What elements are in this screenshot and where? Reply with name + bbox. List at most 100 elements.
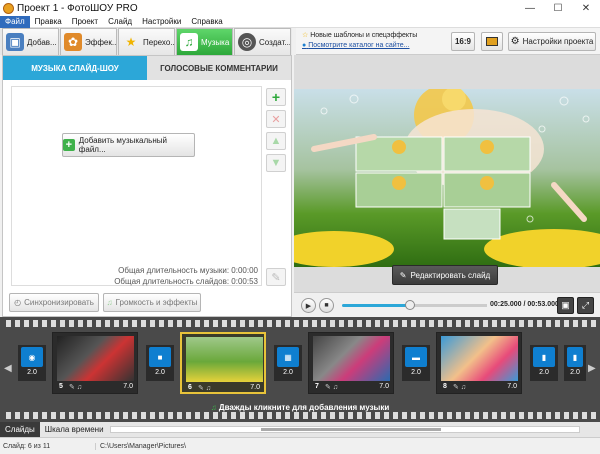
- tab-label: Добав...: [27, 37, 57, 47]
- slide-image: [441, 336, 518, 381]
- volume-effects-button[interactable]: ♫ Громкость и эффекты: [103, 293, 201, 312]
- slide-number: 7: [315, 383, 319, 390]
- play-button[interactable]: ▶: [301, 298, 316, 313]
- timecode: 00:25.000 / 00:53.000: [490, 301, 559, 308]
- transition-icon: ■: [149, 347, 171, 367]
- minimize-button[interactable]: —: [516, 0, 544, 16]
- add-music-label: Добавить музыкальный файл...: [78, 136, 167, 154]
- transition-thumb[interactable]: ■ 2.0: [146, 345, 174, 381]
- catalog-link[interactable]: Посмотрите каталог на сайте...: [308, 42, 409, 49]
- slide-thumb-selected[interactable]: 6 ✎ ♫ 7.0: [180, 332, 266, 394]
- effects-palette-icon: ✿: [64, 33, 82, 51]
- slide-tools: ✎ ♫: [325, 384, 339, 391]
- main-tabs: ▣ Добав... ✿ Эффек... ★ Перехо... ♫ Музы…: [0, 28, 292, 55]
- tab-timeline[interactable]: Шкала времени: [40, 422, 109, 437]
- delete-icon[interactable]: ✕: [266, 110, 286, 128]
- fullscreen-button[interactable]: ⤢: [577, 297, 594, 314]
- slide-thumb[interactable]: 8 ✎ ♫ 7.0: [436, 332, 522, 394]
- seek-handle[interactable]: [405, 300, 416, 310]
- folder-path: C:\Users\Manager\Pictures\: [100, 442, 186, 450]
- film-holes-top: [6, 320, 596, 327]
- slide-duration: 7.0: [379, 383, 389, 390]
- scrollbar-thumb[interactable]: [261, 428, 441, 431]
- globe-icon: ●: [302, 42, 307, 49]
- add-music-button[interactable]: + Добавить музыкальный файл...: [62, 133, 195, 157]
- slide-counter: Слайд: 6 из 11: [0, 442, 96, 450]
- slide-filmstrip: ◀ ▶ ◉ 2.0 5 ✎ ♫ 7.0 ■ 2.0 6 ✎ ♫ 7.0 ▦ 2.…: [0, 317, 600, 422]
- seek-track-end: [410, 304, 487, 307]
- news-block: ☆ Новые шаблоны и спецэффекты ● Посмотри…: [296, 31, 446, 51]
- tab-label: Перехо...: [143, 37, 175, 47]
- add-icon[interactable]: +: [266, 88, 286, 106]
- scroll-right-icon[interactable]: ▶: [588, 363, 596, 374]
- edit-slide-button[interactable]: ✎ Редактировать слайд: [392, 265, 498, 285]
- slide-preview: [294, 89, 600, 267]
- total-music-duration: Общая длительность музыки: 0:00:00: [118, 266, 258, 275]
- music-note-icon: ♫: [180, 33, 198, 51]
- background-button[interactable]: [481, 32, 503, 51]
- slide-duration: 7.0: [123, 383, 133, 390]
- stop-button[interactable]: ■: [319, 298, 334, 313]
- gear-icon: ⚙: [510, 36, 520, 47]
- maximize-button[interactable]: ☐: [544, 0, 572, 16]
- music-note-icon: ♫: [210, 403, 217, 412]
- edit-music-icon[interactable]: ✎: [266, 268, 286, 286]
- picture-icon: [486, 37, 498, 46]
- window-title: Проект 1 - ФотоШОУ PRO: [17, 2, 138, 14]
- transition-thumb[interactable]: ▮ 2.0: [530, 345, 558, 381]
- menu-settings[interactable]: Настройки: [137, 16, 186, 28]
- sync-label: Синхронизировать: [24, 298, 94, 307]
- transition-thumb[interactable]: ▬ 2.0: [402, 345, 430, 381]
- transitions-star-icon: ★: [125, 35, 137, 49]
- tab-slides[interactable]: Слайды: [0, 422, 40, 437]
- slide-thumb[interactable]: 7 ✎ ♫ 7.0: [308, 332, 394, 394]
- menu-file[interactable]: Файл: [0, 15, 30, 28]
- transition-icon: ▦: [277, 347, 299, 367]
- transition-thumb[interactable]: ◉ 2.0: [18, 345, 46, 381]
- tab-label: Эффек...: [85, 37, 117, 47]
- transition-duration: 2.0: [27, 369, 37, 376]
- music-panel: МУЗЫКА СЛАЙД-ШОУ ГОЛОСОВЫЕ КОММЕНТАРИИ +…: [2, 55, 292, 317]
- menu-help[interactable]: Справка: [186, 16, 227, 28]
- transition-duration: 2.0: [570, 369, 580, 376]
- camera-icon: ▣: [561, 300, 570, 310]
- close-button[interactable]: ✕: [572, 0, 600, 16]
- menu-edit[interactable]: Правка: [30, 16, 67, 28]
- transition-thumb[interactable]: ▮ 2.0: [564, 345, 586, 381]
- tab-music[interactable]: ♫ Музыка: [176, 28, 233, 55]
- seek-track[interactable]: [342, 304, 411, 307]
- transition-duration: 2.0: [411, 369, 421, 376]
- tab-transitions[interactable]: ★ Перехо...: [118, 28, 175, 55]
- music-subtabs: МУЗЫКА СЛАЙД-ШОУ ГОЛОСОВЫЕ КОММЕНТАРИИ: [3, 56, 291, 80]
- menu-project[interactable]: Проект: [67, 16, 103, 28]
- create-disc-icon: ◎: [238, 33, 256, 51]
- pencil-icon: ✎: [399, 270, 407, 280]
- tab-create[interactable]: ◎ Создат...: [234, 28, 291, 55]
- menu-slide[interactable]: Слайд: [103, 16, 137, 28]
- transition-duration: 2.0: [539, 369, 549, 376]
- scroll-left-icon[interactable]: ◀: [4, 363, 12, 374]
- transition-icon: ◉: [21, 347, 43, 367]
- status-bar: Слайд: 6 из 11 C:\Users\Manager\Pictures…: [0, 437, 600, 454]
- tab-add-photos[interactable]: ▣ Добав...: [2, 28, 59, 55]
- tab-slideshow-music[interactable]: МУЗЫКА СЛАЙД-ШОУ: [3, 56, 147, 80]
- tab-voice-comments[interactable]: ГОЛОСОВЫЕ КОММЕНТАРИИ: [147, 56, 291, 80]
- transition-icon: ▬: [405, 347, 427, 367]
- transition-thumb[interactable]: ▦ 2.0: [274, 345, 302, 381]
- sync-button[interactable]: ◴ Синхронизировать: [9, 293, 99, 312]
- horizontal-scrollbar[interactable]: [110, 426, 580, 433]
- tab-effects[interactable]: ✿ Эффек...: [60, 28, 117, 55]
- transition-duration: 2.0: [283, 369, 293, 376]
- move-down-icon[interactable]: ▼: [266, 154, 286, 172]
- transition-icon: ▮: [567, 347, 583, 367]
- music-list[interactable]: [11, 86, 262, 286]
- project-settings-button[interactable]: ⚙ Настройки проекта: [508, 32, 596, 51]
- snapshot-button[interactable]: ▣: [557, 297, 574, 314]
- music-track-hint[interactable]: ♫ Дважды кликните для добавления музыки: [0, 403, 600, 416]
- slide-thumb[interactable]: 5 ✎ ♫ 7.0: [52, 332, 138, 394]
- slide-image: [313, 336, 390, 381]
- fullscreen-icon: ⤢: [581, 300, 590, 310]
- slide-number: 5: [59, 383, 63, 390]
- aspect-ratio-button[interactable]: 16:9: [451, 32, 475, 51]
- move-up-icon[interactable]: ▲: [266, 132, 286, 150]
